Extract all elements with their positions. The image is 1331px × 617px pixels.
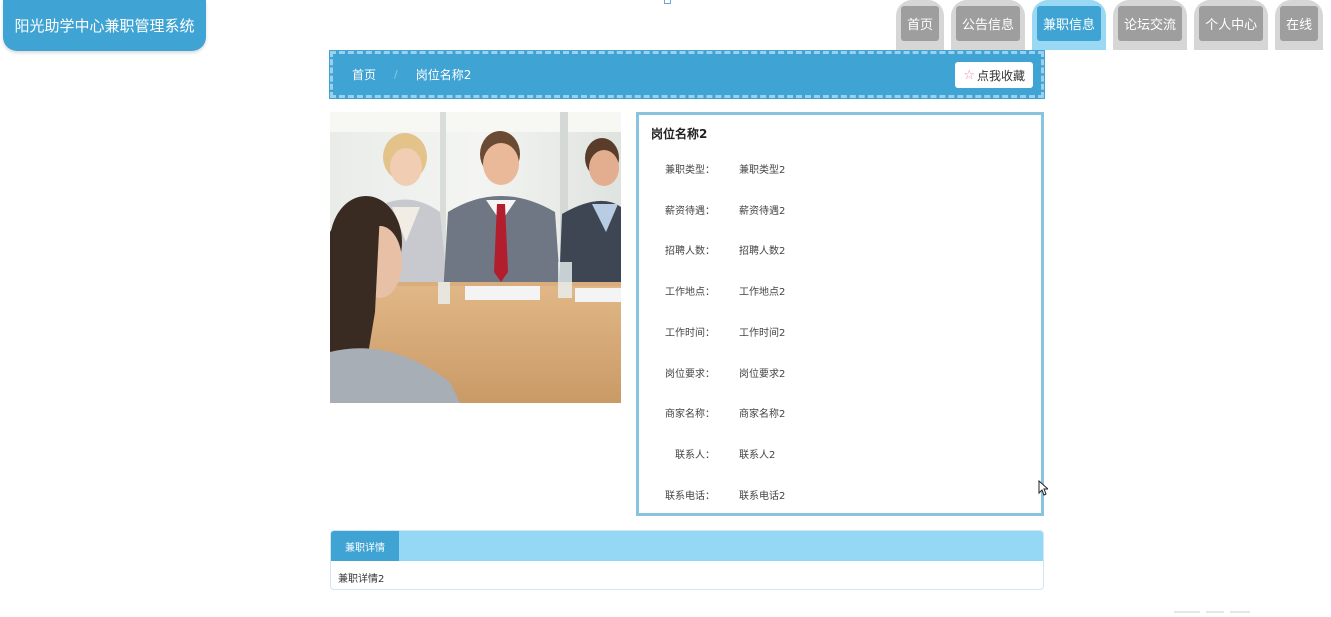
nav-item-profile[interactable]: 个人中心 xyxy=(1194,0,1269,50)
info-label: 商家名称： xyxy=(665,409,715,420)
info-row: 兼职类型： 兼职类型2 xyxy=(639,161,1041,177)
app-logo-title: 阳光助学中心兼职管理系统 xyxy=(3,0,206,51)
nav-item-home[interactable]: 首页 xyxy=(896,0,945,50)
info-value: 岗位要求2 xyxy=(739,369,786,380)
mouse-cursor-icon xyxy=(1038,480,1048,496)
info-value: 联系人2 xyxy=(739,450,776,461)
info-row: 薪资待遇： 薪资待遇2 xyxy=(639,202,1041,218)
job-title: 岗位名称2 xyxy=(651,127,708,141)
info-row: 招聘人数： 招聘人数2 xyxy=(639,242,1041,258)
star-icon: ☆ xyxy=(963,67,975,83)
info-value: 薪资待遇2 xyxy=(739,206,786,217)
nav-item-label: 论坛交流 xyxy=(1118,6,1183,41)
info-label: 工作地点： xyxy=(665,287,715,298)
breadcrumb-separator: / xyxy=(394,68,398,81)
nav-item-label: 公告信息 xyxy=(956,6,1021,41)
info-label: 岗位要求： xyxy=(665,369,715,380)
info-row: 商家名称： 商家名称2 xyxy=(639,405,1041,421)
info-row: 岗位要求： 岗位要求2 xyxy=(639,365,1041,381)
info-label: 招聘人数： xyxy=(665,246,715,257)
info-value: 商家名称2 xyxy=(739,409,786,420)
info-row: 联系电话： 联系电话2 xyxy=(639,487,1041,503)
info-label: 兼职类型： xyxy=(665,165,715,176)
breadcrumb-current: 岗位名称2 xyxy=(415,68,472,82)
faint-footer-mark xyxy=(1174,611,1250,613)
breadcrumb-bar: 首页 / 岗位名称2 ☆ 点我收藏 xyxy=(329,50,1045,99)
detail-content: 兼职详情2 xyxy=(338,574,385,585)
favorite-button[interactable]: ☆ 点我收藏 xyxy=(955,62,1033,88)
info-value: 兼职类型2 xyxy=(739,165,786,176)
nav-item-notices[interactable]: 公告信息 xyxy=(951,0,1026,50)
nav-item-label: 个人中心 xyxy=(1199,6,1264,41)
detail-section: 兼职详情 兼职详情2 xyxy=(330,530,1044,590)
tab-job-detail[interactable]: 兼职详情 xyxy=(331,531,399,561)
nav-item-label: 在线 xyxy=(1280,6,1319,41)
nav-item-forum[interactable]: 论坛交流 xyxy=(1113,0,1188,50)
info-value: 工作地点2 xyxy=(739,287,786,298)
favorite-label: 点我收藏 xyxy=(976,68,1025,83)
info-value: 招聘人数2 xyxy=(739,246,786,257)
nav-item-label: 兼职信息 xyxy=(1037,6,1102,41)
job-info-panel: 岗位名称2 兼职类型： 兼职类型2 薪资待遇： 薪资待遇2 招聘人数： 招聘人数2 工… xyxy=(636,112,1044,516)
info-value: 联系电话2 xyxy=(739,491,786,502)
info-row: 工作时间： 工作时间2 xyxy=(639,324,1041,340)
job-photo xyxy=(330,112,621,403)
info-label: 联系电话： xyxy=(665,491,715,502)
top-marker xyxy=(664,0,671,4)
info-label: 联系人： xyxy=(675,450,715,461)
breadcrumb-home-link[interactable]: 首页 xyxy=(352,66,376,83)
info-row: 工作地点： 工作地点2 xyxy=(639,283,1041,299)
nav-item-label: 首页 xyxy=(901,6,940,41)
info-value: 工作时间2 xyxy=(739,328,786,339)
detail-tab-bar: 兼职详情 xyxy=(331,531,1043,561)
info-row: 联系人： 联系人2 xyxy=(639,446,1041,462)
info-label: 工作时间： xyxy=(665,328,715,339)
nav-item-online[interactable]: 在线 xyxy=(1275,0,1324,50)
main-nav: 首页 公告信息 兼职信息 论坛交流 个人中心 在线 xyxy=(896,0,1324,50)
nav-item-jobs[interactable]: 兼职信息 xyxy=(1032,0,1107,50)
info-label: 薪资待遇： xyxy=(665,206,715,217)
